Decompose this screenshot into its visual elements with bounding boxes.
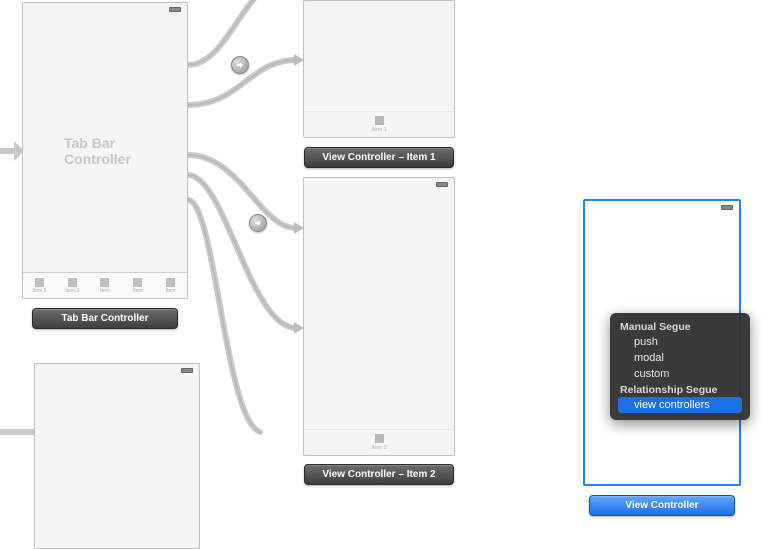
tabbar-item[interactable]: Item 2 (56, 273, 89, 298)
scene-label-selected[interactable]: View Controller (589, 495, 735, 516)
tabbar: Item 1 Item 2 Item Item Item (23, 272, 187, 298)
battery-icon (181, 368, 193, 373)
tab-icon-placeholder (375, 434, 384, 443)
segue-popup: Manual Segue push modal custom Relations… (610, 313, 750, 420)
tab-label: Item 1 (371, 127, 386, 133)
scene-vc-item2[interactable]: Item 2 (303, 177, 455, 456)
tab-label: Item (100, 288, 110, 294)
popup-item-viewcontrollers[interactable]: view controllers (618, 397, 742, 413)
scene-label-item1[interactable]: View Controller – Item 1 (304, 147, 454, 168)
scene-unlabeled[interactable] (34, 363, 200, 549)
entry-arrow (0, 138, 24, 164)
tabbar-item[interactable]: Item (89, 273, 122, 298)
vc-tab-area: Item 1 (304, 111, 454, 137)
tab-icon-placeholder (133, 278, 142, 287)
tabbar-item[interactable]: Item (154, 273, 187, 298)
popup-section-header: Relationship Segue (618, 382, 742, 397)
popup-item-modal[interactable]: modal (618, 350, 742, 366)
popup-item-push[interactable]: push (618, 334, 742, 350)
scene-label-tabbar[interactable]: Tab Bar Controller (32, 308, 178, 329)
tab-icon-placeholder (68, 278, 77, 287)
tab-label: Item (133, 288, 143, 294)
popup-item-custom[interactable]: custom (618, 366, 742, 382)
tab-icon-placeholder (35, 278, 44, 287)
tabbar-item[interactable]: Item 1 (23, 273, 56, 298)
scene-label-item2[interactable]: View Controller – Item 2 (304, 464, 454, 485)
battery-icon (721, 205, 733, 210)
scene-tabbar-controller[interactable]: Tab Bar Controller Item 1 Item 2 Item It… (22, 2, 188, 299)
segue-node[interactable] (231, 56, 249, 74)
tab-icon-placeholder (100, 278, 109, 287)
tab-icon-placeholder (375, 116, 384, 125)
tab-label: Item 1 (32, 288, 46, 294)
tabbar-item[interactable]: Item (121, 273, 154, 298)
battery-icon (436, 182, 448, 187)
tabbar-controller-title: Tab Bar Controller (64, 135, 146, 167)
segue-node[interactable] (249, 214, 267, 232)
tab-icon-placeholder (166, 278, 175, 287)
popup-section-header: Manual Segue (618, 319, 742, 334)
tab-label: Item (166, 288, 176, 294)
vc-tab-area: Item 2 (304, 429, 454, 455)
battery-icon (169, 7, 181, 12)
tab-label: Item 2 (65, 288, 79, 294)
tab-label: Item 2 (371, 445, 386, 451)
scene-vc-item1[interactable]: Item 1 (303, 0, 455, 138)
